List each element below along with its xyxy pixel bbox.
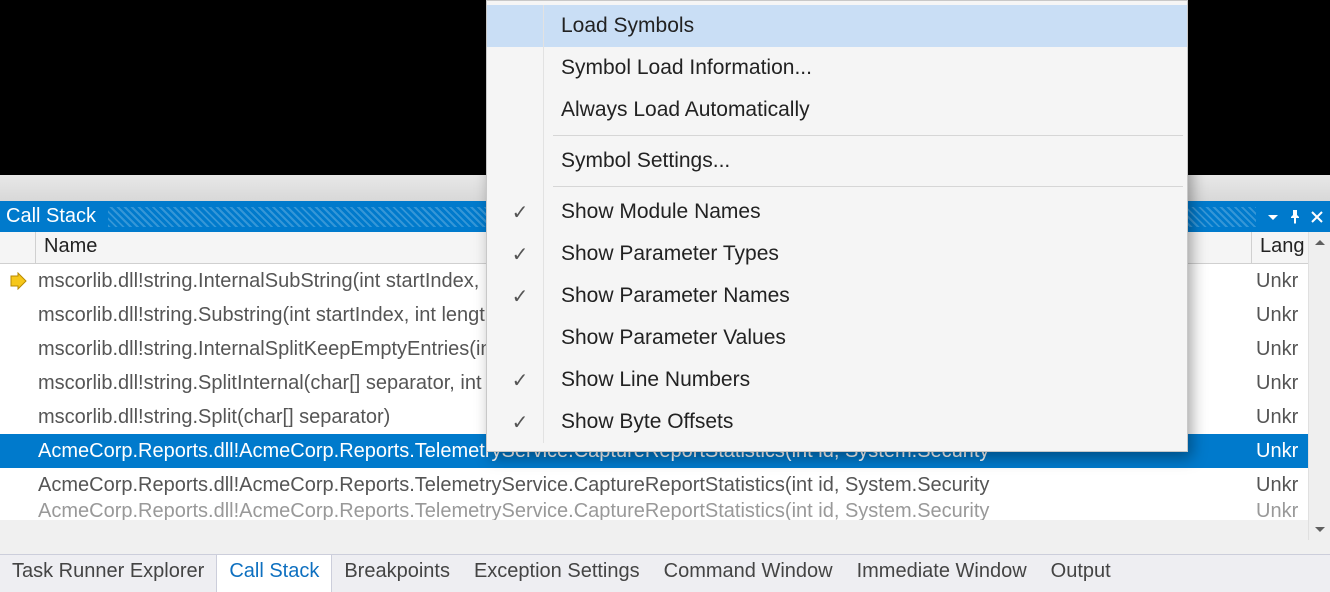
menu-item-label: Load Symbols	[553, 14, 1187, 38]
menu-item-label: Always Load Automatically	[553, 98, 1187, 122]
menu-separator	[553, 135, 1183, 136]
menu-separator	[553, 186, 1183, 187]
menu-item[interactable]: ✓Show Line Numbers	[487, 359, 1187, 401]
menu-item[interactable]: Load Symbols	[487, 5, 1187, 47]
bottom-tab[interactable]: Call Stack	[216, 554, 332, 592]
bottom-tab[interactable]: Task Runner Explorer	[0, 555, 216, 592]
menu-gutter-divider	[543, 5, 544, 443]
menu-item[interactable]: Symbol Load Information...	[487, 47, 1187, 89]
menu-item[interactable]: Symbol Settings...	[487, 140, 1187, 182]
menu-item-label: Symbol Settings...	[553, 149, 1187, 173]
bottom-tab[interactable]: Immediate Window	[845, 555, 1039, 592]
frame-name: AcmeCorp.Reports.dll!AcmeCorp.Reports.Te…	[36, 474, 1252, 497]
menu-item-label: Show Byte Offsets	[553, 410, 1187, 434]
current-frame-arrow-icon	[9, 272, 27, 290]
scroll-up-icon[interactable]	[1309, 232, 1330, 254]
stack-frame-row[interactable]: AcmeCorp.Reports.dll!AcmeCorp.Reports.Te…	[0, 502, 1330, 520]
scroll-down-icon[interactable]	[1309, 518, 1330, 540]
menu-item[interactable]: ✓Show Parameter Types	[487, 233, 1187, 275]
vertical-scrollbar[interactable]	[1308, 232, 1330, 540]
panel-pin-icon[interactable]	[1288, 209, 1302, 225]
frame-name: AcmeCorp.Reports.dll!AcmeCorp.Reports.Te…	[36, 502, 1252, 520]
menu-item-label: Show Module Names	[553, 200, 1187, 224]
bottom-tab[interactable]: Exception Settings	[462, 555, 652, 592]
menu-item-label: Symbol Load Information...	[553, 56, 1187, 80]
panel-menu-dropdown-icon[interactable]	[1266, 210, 1280, 224]
menu-item-label: Show Parameter Values	[553, 326, 1187, 350]
menu-item[interactable]: ✓Show Module Names	[487, 191, 1187, 233]
menu-item[interactable]: ✓Show Byte Offsets	[487, 401, 1187, 443]
menu-item[interactable]: Always Load Automatically	[487, 89, 1187, 131]
menu-item[interactable]: Show Parameter Values	[487, 317, 1187, 359]
bottom-tab[interactable]: Breakpoints	[332, 555, 462, 592]
column-header-icon[interactable]	[0, 232, 36, 263]
panel-close-icon[interactable]	[1310, 210, 1324, 224]
bottom-tab[interactable]: Command Window	[652, 555, 845, 592]
context-menu: Load Symbols Symbol Load Information... Al…	[486, 0, 1188, 452]
panel-title: Call Stack	[6, 205, 108, 228]
menu-item-label: Show Parameter Names	[553, 284, 1187, 308]
stack-frame-row[interactable]: AcmeCorp.Reports.dll!AcmeCorp.Reports.Te…	[0, 468, 1330, 502]
menu-item[interactable]: ✓Show Parameter Names	[487, 275, 1187, 317]
frame-icon-cell	[0, 272, 36, 290]
bottom-tab[interactable]: Output	[1039, 555, 1123, 592]
menu-item-label: Show Line Numbers	[553, 368, 1187, 392]
bottom-tab-strip: Task Runner ExplorerCall StackBreakpoint…	[0, 554, 1330, 592]
menu-item-label: Show Parameter Types	[553, 242, 1187, 266]
